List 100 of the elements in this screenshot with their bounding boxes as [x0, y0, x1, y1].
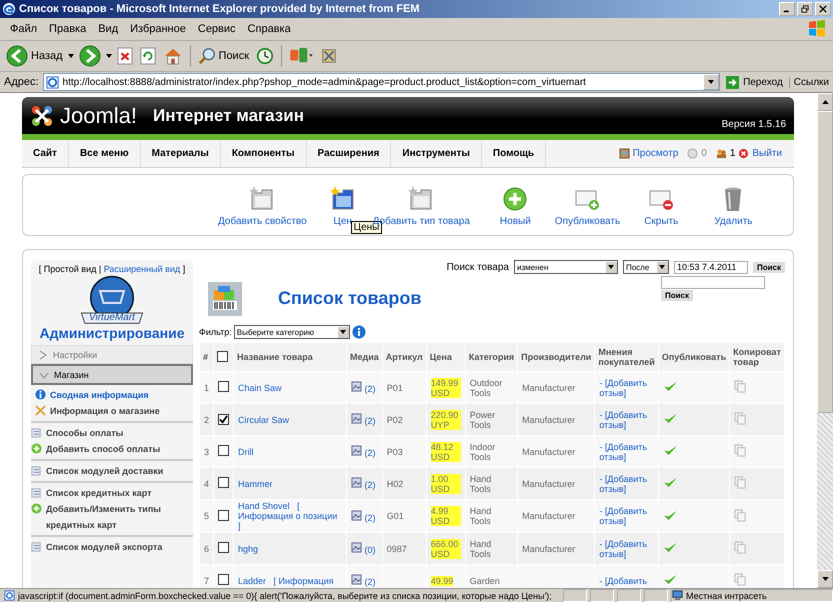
- sidebar-link[interactable]: Список модулей экспорта: [31, 539, 193, 555]
- refresh-button[interactable]: [138, 45, 158, 67]
- search-dropdown[interactable]: изменен: [514, 260, 618, 274]
- list-icon: [31, 427, 42, 438]
- image-icon: [351, 574, 362, 585]
- logout-link[interactable]: Выйти: [752, 148, 782, 159]
- sidebar-link[interactable]: Способы оплаты: [31, 425, 193, 441]
- image-icon: [351, 542, 362, 553]
- view-link[interactable]: Расширенный вид: [104, 264, 180, 274]
- sidebar-link[interactable]: Добавить способ оплаты: [31, 441, 193, 457]
- checkmark-icon[interactable]: [662, 381, 678, 392]
- menu-item[interactable]: Справка: [242, 23, 297, 35]
- nav-menu-item[interactable]: Расширения: [306, 140, 392, 167]
- stop-icon: [116, 47, 133, 65]
- checkbox[interactable]: [218, 477, 230, 488]
- sidebar-link[interactable]: Информация о магазине: [35, 403, 193, 419]
- media-link[interactable]: (2): [364, 448, 376, 458]
- sidebar-section[interactable]: Магазин: [31, 364, 193, 385]
- folder-button[interactable]: Добавить свойство: [213, 185, 312, 227]
- page-title: Список товаров: [278, 288, 422, 309]
- menu-item[interactable]: Избранное: [124, 23, 192, 35]
- checkmark-icon[interactable]: [662, 574, 678, 585]
- publish-button[interactable]: Опубликовать: [550, 185, 626, 227]
- menu-item[interactable]: Файл: [4, 23, 44, 35]
- links-label[interactable]: Ссылки: [788, 76, 829, 88]
- checkbox[interactable]: [217, 350, 228, 362]
- restore-button[interactable]: [797, 2, 813, 16]
- search-button[interactable]: Поиск: [661, 290, 694, 301]
- dropdown-arrow-icon[interactable]: [68, 54, 74, 58]
- media-link[interactable]: (2): [364, 480, 376, 490]
- refresh-icon: [140, 47, 156, 65]
- nav-menu-item[interactable]: Помощь: [482, 140, 546, 167]
- checkmark-icon[interactable]: [662, 542, 678, 553]
- sidebar-title: Администрирование: [38, 325, 186, 341]
- checkmark-icon[interactable]: [662, 445, 678, 456]
- table-cell: 2: [200, 404, 214, 435]
- media-link[interactable]: (2): [364, 512, 376, 522]
- when-dropdown[interactable]: После: [622, 260, 669, 274]
- house-icon: [162, 47, 183, 65]
- media-link[interactable]: (2): [364, 577, 376, 587]
- delete-button[interactable]: Удалить: [709, 185, 758, 227]
- checkbox[interactable]: [218, 542, 230, 553]
- dropdown-arrow-icon[interactable]: [106, 54, 112, 58]
- scrollbar[interactable]: [817, 93, 833, 588]
- back-button[interactable]: Назад: [4, 43, 65, 69]
- sidebar-link[interactable]: Добавить/Изменить типы кредитных карт: [31, 501, 193, 533]
- checkbox[interactable]: [218, 510, 230, 520]
- address-field[interactable]: http://localhost:8888/administrator/index.php?pshop_mode=admin&page=product.product_list&option=com_virtuemart: [42, 73, 720, 91]
- media-link[interactable]: (2): [364, 384, 376, 394]
- menu-item[interactable]: Вид: [92, 23, 124, 35]
- table-cell: P01: [386, 382, 403, 392]
- version-text: Версия 1.5.16: [722, 119, 786, 130]
- checkmark-icon[interactable]: [662, 510, 678, 520]
- go-button[interactable]: Переход: [724, 76, 785, 88]
- view-link[interactable]: [ Простой вид |: [38, 264, 102, 274]
- search-icon: [198, 47, 216, 65]
- table-cell: 3: [200, 436, 214, 467]
- new-button[interactable]: Новый: [494, 185, 536, 227]
- checkbox[interactable]: [218, 574, 230, 585]
- search-button[interactable]: Поиск: [752, 262, 785, 272]
- sidebar-link[interactable]: Список кредитных карт: [31, 485, 193, 501]
- nav-menu-item[interactable]: Сайт: [22, 140, 69, 167]
- nav-menu-item[interactable]: Материалы: [140, 140, 221, 167]
- checkbox[interactable]: [218, 381, 230, 392]
- preview-link[interactable]: Просмотр: [632, 148, 678, 159]
- close-button[interactable]: [815, 2, 831, 16]
- dropdown-arrow-icon: [608, 265, 614, 269]
- nav-menu-item[interactable]: Все меню: [68, 140, 141, 167]
- sidebar-section[interactable]: Настройки: [31, 345, 193, 364]
- logout-icon: [738, 148, 750, 159]
- scroll-down-icon[interactable]: [822, 577, 828, 581]
- table-cell: P02: [386, 414, 403, 424]
- nav-menu-item[interactable]: Компоненты: [220, 140, 307, 167]
- search-field[interactable]: [661, 276, 765, 289]
- date-field[interactable]: 10:53 7.4.2011: [674, 260, 748, 274]
- minimize-button[interactable]: [779, 2, 795, 16]
- checkmark-icon[interactable]: [662, 413, 678, 424]
- table-cell: Manufacturer: [522, 478, 576, 488]
- table-cell: 6: [200, 533, 214, 564]
- media-link[interactable]: (2): [364, 416, 376, 426]
- price-text: 48.12 USD: [430, 442, 461, 462]
- nav-menu-item[interactable]: Инструменты: [391, 140, 482, 167]
- forward-button[interactable]: [76, 43, 103, 69]
- checkbox[interactable]: [218, 445, 230, 456]
- media-link[interactable]: (0): [364, 545, 376, 555]
- checkmark-icon[interactable]: [662, 477, 678, 488]
- price-text: 4.99 USD: [430, 506, 461, 526]
- info-icon[interactable]: [352, 325, 366, 339]
- menu-item[interactable]: Сервис: [192, 23, 242, 35]
- table-cell: H02: [386, 478, 404, 488]
- stop-button[interactable]: [114, 45, 135, 67]
- checkbox[interactable]: [218, 414, 230, 424]
- sidebar-link[interactable]: Список модулей доставки: [31, 463, 193, 479]
- status-text: javascript:if (document.adminForm.boxchecked.value == 0){ alert('Пожалуйста, выберите из списка позиции, которые надо Цены');: [18, 590, 553, 600]
- scroll-up-icon[interactable]: [822, 100, 828, 104]
- search-button[interactable]: Поиск: [196, 45, 252, 67]
- category-dropdown[interactable]: Выберите категорию: [234, 325, 350, 339]
- unpublish-button[interactable]: Скрыть: [639, 185, 684, 227]
- sidebar-link[interactable]: Сводная информация: [35, 387, 193, 403]
- menu-item[interactable]: Правка: [43, 23, 92, 35]
